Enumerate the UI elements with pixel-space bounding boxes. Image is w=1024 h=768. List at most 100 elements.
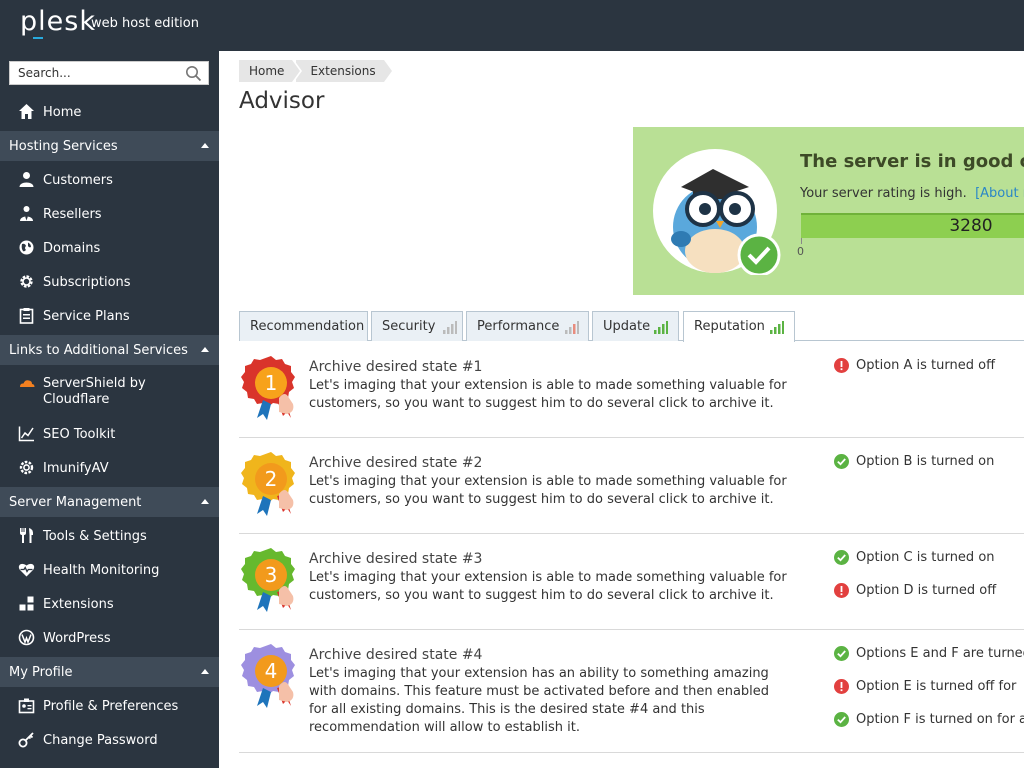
- top-bar: plesk web host edition: [0, 0, 1024, 51]
- sidebar-item-imunifyav[interactable]: ImunifyAV: [0, 451, 219, 485]
- sidebar-item-change-password[interactable]: Change Password: [0, 723, 219, 757]
- error-icon: [834, 358, 849, 373]
- check-circle-icon: [834, 550, 849, 565]
- tab-label: Update: [603, 319, 651, 334]
- sidebar-item-seo-toolkit[interactable]: SEO Toolkit: [0, 417, 219, 451]
- clipboard-icon: [19, 308, 34, 324]
- plesk-logo[interactable]: plesk: [20, 6, 96, 37]
- sidebar-item-label: Subscriptions: [43, 274, 131, 290]
- collapse-caret-icon: [201, 347, 209, 352]
- sidebar-item-resellers[interactable]: Resellers: [0, 197, 219, 231]
- sidebar-item-label: Change Password: [43, 732, 158, 748]
- sidebar-item-label: ServerShield by Cloudflare: [43, 376, 146, 407]
- medal-2-icon: 2: [241, 452, 295, 516]
- sidebar-item-label: Profile & Preferences: [43, 698, 179, 714]
- section-title: My Profile: [9, 664, 73, 680]
- tab-label: Recommendation: [250, 319, 365, 334]
- check-circle-icon: [834, 712, 849, 727]
- recommendation-description: Let's imaging that your extension has an…: [309, 666, 770, 735]
- collapse-caret-icon: [201, 499, 209, 504]
- recommendation-description: Let's imaging that your extension is abl…: [309, 474, 787, 507]
- score-min: 0: [797, 245, 804, 258]
- option-status: Option F is turned on for all: [834, 712, 1024, 727]
- medal-4-icon: 4: [241, 644, 295, 708]
- section-my-profile[interactable]: My Profile: [0, 657, 219, 687]
- sidebar-item-label: SEO Toolkit: [43, 426, 116, 442]
- score-bar: 3280: [801, 213, 1024, 238]
- sidebar-item-domains[interactable]: Domains: [0, 231, 219, 265]
- tools-icon: [20, 528, 34, 543]
- option-text: Option C is turned on: [856, 550, 995, 565]
- sidebar: Home Hosting Services Customers Reseller…: [0, 51, 219, 768]
- tab-security[interactable]: Security: [371, 311, 463, 341]
- option-status: Option B is turned on: [834, 454, 994, 469]
- breadcrumb-extensions[interactable]: Extensions: [296, 60, 392, 82]
- recommendation-description: Let's imaging that your extension is abl…: [309, 378, 787, 411]
- breadcrumb-arrow: [383, 60, 392, 82]
- sidebar-item-customers[interactable]: Customers: [0, 163, 219, 197]
- option-status: Option D is turned off: [834, 583, 996, 598]
- sidebar-item-service-plans[interactable]: Service Plans: [0, 299, 219, 333]
- tab-label: Security: [382, 319, 436, 334]
- tab-performance[interactable]: Performance: [466, 311, 589, 341]
- signal-bars-icon: [770, 321, 784, 334]
- breadcrumb: Home Extensions: [239, 60, 392, 82]
- option-status: Option A is turned off: [834, 358, 995, 373]
- sidebar-item-label: Domains: [43, 240, 101, 256]
- medal-1-icon: 1: [241, 356, 295, 420]
- recommendation-title[interactable]: Archive desired state #3: [309, 551, 482, 567]
- sidebar-item-health-monitoring[interactable]: Health Monitoring: [0, 553, 219, 587]
- signal-bars-icon: [565, 321, 579, 334]
- status-text: Your server rating is high. [About rati: [800, 186, 1024, 201]
- error-icon: [834, 679, 849, 694]
- option-text: Option D is turned off: [856, 583, 997, 598]
- recommendation-title[interactable]: Archive desired state #1: [309, 359, 482, 375]
- check-circle-icon: [834, 454, 849, 469]
- section-hosting-services[interactable]: Hosting Services: [0, 131, 219, 161]
- key-icon: [18, 732, 34, 748]
- error-icon: [834, 583, 849, 598]
- gear-icon: [20, 275, 33, 288]
- medal-rank: 2: [265, 467, 278, 491]
- recommendation-title[interactable]: Archive desired state #4: [309, 647, 482, 663]
- option-text: Option F is turned on for all: [856, 712, 1024, 727]
- sidebar-item-servershield[interactable]: ServerShield by Cloudflare: [0, 367, 219, 409]
- sidebar-item-tools-settings[interactable]: Tools & Settings: [0, 519, 219, 553]
- breadcrumb-label: Extensions: [310, 64, 376, 78]
- tab-update[interactable]: Update: [592, 311, 679, 341]
- sidebar-item-extensions[interactable]: Extensions: [0, 587, 219, 621]
- section-server-management[interactable]: Server Management: [0, 487, 219, 517]
- status-title: The server is in good cond: [800, 151, 1024, 172]
- home-icon: [19, 104, 34, 119]
- sidebar-item-home[interactable]: Home: [0, 95, 219, 129]
- sidebar-item-label: Health Monitoring: [43, 562, 160, 578]
- recommendation-title[interactable]: Archive desired state #2: [309, 455, 482, 471]
- breadcrumb-label: Home: [249, 64, 285, 78]
- about-rating-link[interactable]: [About rati: [975, 186, 1024, 201]
- sidebar-item-label: Service Plans: [43, 308, 130, 324]
- section-links-additional-services[interactable]: Links to Additional Services: [0, 335, 219, 365]
- collapse-caret-icon: [201, 143, 209, 148]
- tab-reputation[interactable]: Reputation: [683, 311, 795, 342]
- page-title: Advisor: [239, 88, 325, 114]
- score-value: 3280: [949, 216, 993, 236]
- medal-rank: 3: [265, 563, 278, 587]
- search-icon[interactable]: [185, 65, 202, 82]
- recommendation-row: 1 Archive desired state #1 Let's imaging…: [239, 342, 1024, 438]
- sidebar-item-subscriptions[interactable]: Subscriptions: [0, 265, 219, 299]
- server-status-panel: The server is in good cond Your server r…: [633, 127, 1024, 295]
- reseller-icon: [20, 206, 33, 221]
- tab-recommendation[interactable]: Recommendation: [239, 311, 368, 341]
- breadcrumb-home[interactable]: Home: [239, 60, 303, 82]
- sidebar-item-wordpress[interactable]: WordPress: [0, 621, 219, 655]
- tab-label: Reputation: [694, 319, 765, 334]
- option-text: Option E is turned off for: [856, 679, 1017, 694]
- recommendation-row: 3 Archive desired state #3 Let's imaging…: [239, 534, 1024, 630]
- logo-cursor: [33, 37, 43, 39]
- option-text: Option B is turned on: [856, 454, 995, 469]
- sidebar-item-profile-preferences[interactable]: Profile & Preferences: [0, 689, 219, 723]
- medal-rank: 4: [265, 659, 278, 683]
- cloudflare-icon: [20, 380, 35, 387]
- extensions-icon: [19, 596, 34, 611]
- search-input[interactable]: [10, 62, 180, 84]
